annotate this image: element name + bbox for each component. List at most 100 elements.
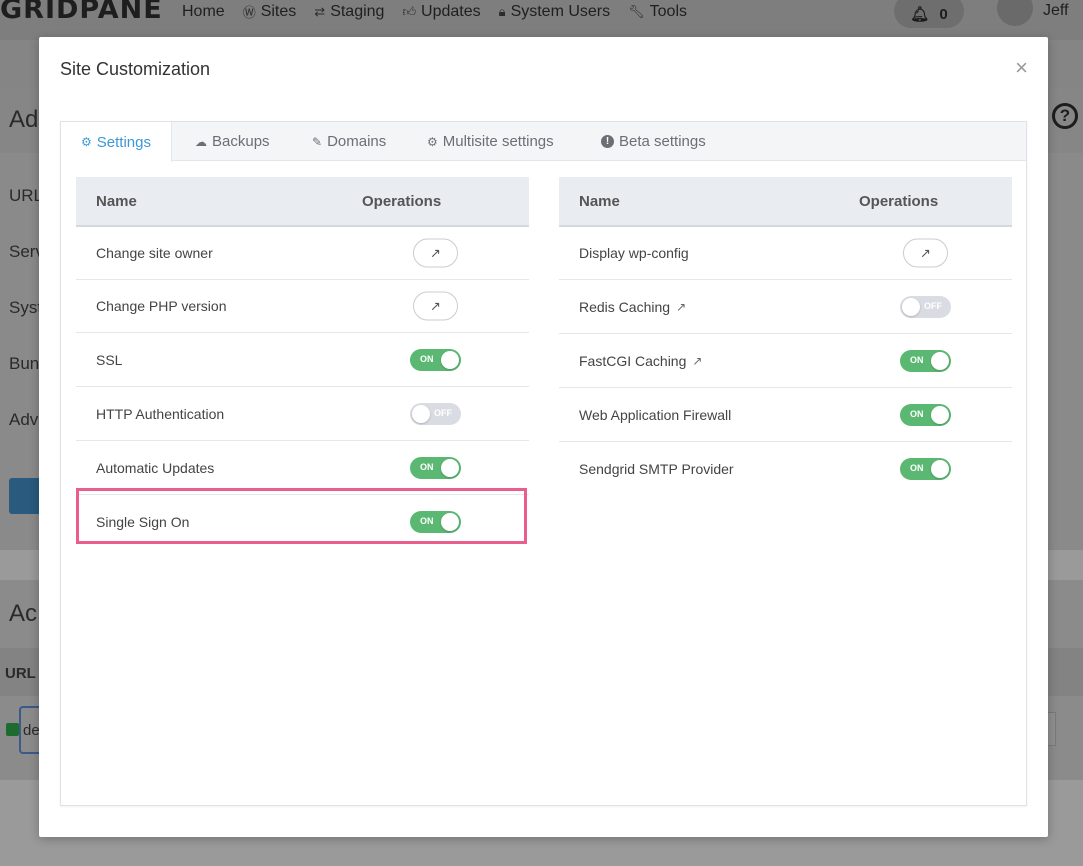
settings-table-right: Name Operations Display wp-config ↗ Redi… [559,177,1012,496]
nav-staging[interactable]: ⇄ Staging [314,2,384,21]
staging-icon: ⇄ [314,3,326,19]
gear-icon: ⚙ [81,135,92,149]
table-row: Change site owner ↗ [76,227,529,280]
toggle-state: OFF [924,300,942,311]
web-application-firewall-toggle[interactable]: ON [900,403,951,426]
tab-multisite-settings[interactable]: ⚙ Multisite settings [427,122,554,161]
change-site-owner-button[interactable]: ↗ [413,238,458,268]
toggle-state: ON [420,461,434,472]
settings-table-left: Name Operations Change site owner ↗ Chan… [76,177,529,549]
tab-label: Backups [212,133,270,150]
cloud-upload-icon: ☁ [195,134,207,149]
tab-label: Settings [96,133,151,151]
external-link-icon: ↗ [920,245,931,260]
wordpress-icon: Ⓦ [242,5,256,20]
background-label: Adv [9,410,39,429]
close-icon[interactable]: × [1015,57,1028,79]
row-label: Sendgrid SMTP Provider [579,461,734,477]
toggle-knob [931,460,949,478]
redis-caching-toggle[interactable]: OFF [900,295,951,318]
row-label: HTTP Authentication [96,405,225,422]
nav-system-users[interactable]: 🔒︎ System Users [499,2,611,21]
row-label: Redis Caching ↗ [579,299,686,315]
tab-label: Beta settings [619,133,706,150]
row-label-text: FastCGI Caching [579,352,687,369]
header-name: Name [579,192,620,210]
table-row: SSL ON [76,333,529,387]
tab-label: Domains [327,133,387,150]
background-table-header-url: URL [5,665,36,682]
toggle-state: ON [910,463,924,473]
toggle-state: ON [420,516,434,526]
toggle-knob [931,405,949,424]
background-label: URL [9,186,44,205]
external-link-icon: ↗ [430,298,441,313]
row-label: Automatic Updates [96,459,215,476]
tab-settings[interactable]: ⚙ Settings [61,122,172,162]
toggle-knob [902,297,920,316]
thumbs-up-icon: 👍︎ [402,3,417,19]
fastcgi-caching-toggle[interactable]: ON [900,349,951,372]
notifications-button[interactable]: 🔔︎ 0 [894,0,964,28]
modal-title: Site Customization [60,59,211,79]
nav-label: Sites [260,2,297,20]
nav-sites[interactable]: Ⓦ Sites [243,2,297,21]
toggle-state: ON [910,408,924,419]
ssl-toggle[interactable]: ON [410,348,461,371]
background-card-2-title: Ac [9,600,38,627]
row-label: Change PHP version [96,298,227,314]
external-link-icon: ↗ [430,245,441,260]
display-wp-config-button[interactable]: ↗ [903,238,948,268]
table-row: Single Sign On ON [76,495,529,549]
nav-tools[interactable]: 🔧︎ Tools [628,2,687,21]
exclamation-circle-icon: ! [601,135,614,148]
gear-icon: ⚙ [427,134,438,149]
row-label: Web Application Firewall [579,406,732,423]
site-customization-modal: Site Customization × ⚙ Settings ☁ Backup… [39,37,1048,837]
change-php-version-button[interactable]: ↗ [413,291,458,321]
header-name: Name [96,192,137,210]
nav-label: System Users [510,2,611,20]
toggle-knob [441,350,459,369]
header-operations: Operations [362,192,442,210]
table-row: Display wp-config ↗ [559,227,1012,280]
automatic-updates-toggle[interactable]: ON [410,456,461,479]
tab-domains[interactable]: ✎ Domains [312,122,386,161]
nav-label: Home [182,2,225,20]
toggle-knob [931,351,949,370]
toggle-knob [441,513,459,531]
sendgrid-smtp-toggle[interactable]: ON [900,458,951,480]
background-row-text: de [23,722,40,739]
wrench-icon: 🔧︎ [628,3,645,19]
tab-beta-settings[interactable]: ! Beta settings [601,122,706,161]
tab-backups[interactable]: ☁ Backups [195,122,270,161]
table-row: FastCGI Caching ↗ ON [559,334,1012,388]
table-row: Sendgrid SMTP Provider ON [559,442,1012,496]
row-label: Single Sign On [96,514,190,530]
toggle-knob [412,404,430,423]
checkbox[interactable] [6,723,19,736]
main-nav: Home Ⓦ Sites ⇄ Staging 👍︎ Updates 🔒︎ System … [182,2,687,21]
nav-label: Updates [421,2,481,20]
edit-icon: ✎ [312,134,323,149]
row-label-text: Redis Caching [579,298,671,315]
toggle-state: ON [910,354,924,365]
nav-updates[interactable]: 👍︎ Updates [402,2,480,21]
external-link-icon[interactable]: ↗ [692,354,702,368]
tabs-panel: ⚙ Settings ☁ Backups ✎ Domains ⚙ Multisi… [60,121,1027,806]
table-row: Change PHP version ↗ [76,280,529,333]
http-authentication-toggle[interactable]: OFF [410,402,461,425]
header-operations: Operations [859,192,939,210]
help-icon[interactable]: ? [1052,103,1078,129]
external-link-icon[interactable]: ↗ [676,300,686,314]
user-name[interactable]: Jeff [1043,2,1069,20]
single-sign-on-toggle[interactable]: ON [410,511,461,533]
background-card-title: Ad [9,106,39,133]
nav-home[interactable]: Home [182,2,225,21]
notifications-count: 0 [939,5,948,23]
table-row: Redis Caching ↗ OFF [559,280,1012,334]
table-header: Name Operations [559,177,1012,227]
table-row: HTTP Authentication OFF [76,387,529,441]
gridpane-logo: GRIDPANE [0,0,163,25]
tab-bar: ⚙ Settings ☁ Backups ✎ Domains ⚙ Multisi… [61,122,1026,162]
